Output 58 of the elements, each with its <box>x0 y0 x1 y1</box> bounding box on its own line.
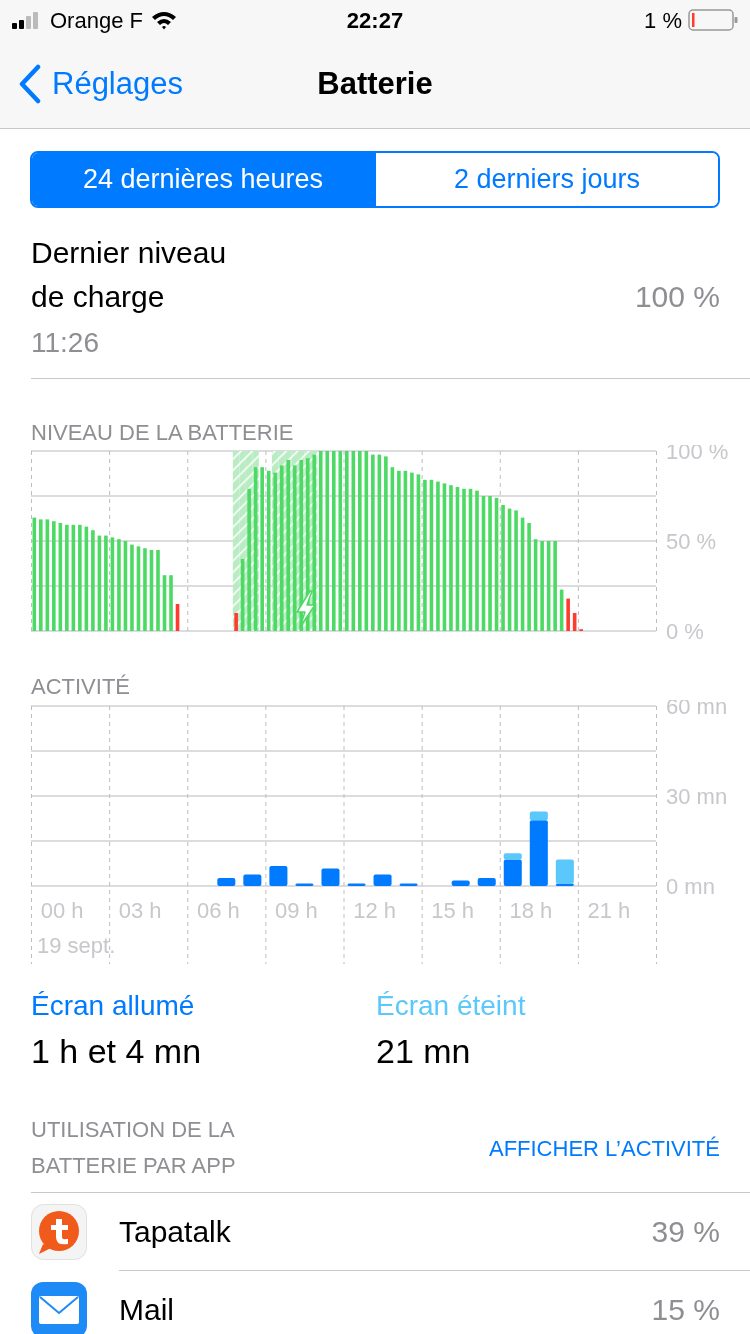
carrier-name: Orange F <box>50 6 143 35</box>
app-percent: 39 % <box>651 1214 720 1249</box>
last-charge-value: 100 % <box>634 279 720 315</box>
last-charge-label: Dernier niveau de charge <box>31 235 228 315</box>
back-button[interactable]: Réglages <box>0 60 183 108</box>
app-icon <box>31 1204 87 1260</box>
axis-label: 30 mn <box>666 784 728 809</box>
back-chevron-icon <box>18 64 42 104</box>
activity-bar <box>321 868 340 886</box>
axis-label: 03 h <box>118 898 162 923</box>
section-title: ACTIVITÉ <box>31 672 130 701</box>
activity-bar <box>217 877 236 886</box>
battery-bar <box>169 575 173 631</box>
show-activity-link[interactable]: AFFICHER L’ACTIVITÉ <box>488 1131 720 1165</box>
activity-bar <box>477 877 496 886</box>
axis-label: 18 h <box>509 898 553 923</box>
activity-bar <box>269 865 288 886</box>
segment-tab[interactable]: 24 dernières heures <box>32 153 374 206</box>
screen-time-label: Écran éteint <box>376 989 527 1023</box>
screen-time-value: 1 h et 4 mn <box>31 1031 203 1072</box>
last-charge-time: 11:26 <box>31 326 100 360</box>
date-label: 19 sept. <box>37 933 116 958</box>
battery-bar <box>234 613 238 631</box>
clock: 22:27 <box>346 6 404 35</box>
axis-label: 0 mn <box>666 874 715 899</box>
app-name: Tapatalk <box>119 1214 231 1249</box>
axis-label: 50 % <box>666 529 717 554</box>
screen-time-label: Écran allumé <box>31 989 196 1023</box>
wifi-icon <box>150 10 177 30</box>
axis-label: 12 h <box>353 898 396 923</box>
app-name: Mail <box>119 1292 174 1327</box>
battery-bar <box>559 589 564 631</box>
battery-bar <box>572 613 577 631</box>
battery-bar <box>240 559 245 631</box>
axis-label: 0 % <box>666 619 704 644</box>
activity-bar <box>373 874 392 886</box>
activity-bar <box>295 883 314 886</box>
activity-bar <box>243 874 262 886</box>
activity-bar <box>347 883 366 886</box>
section-title: NIVEAU DE LA BATTERIE <box>31 418 294 447</box>
battery-icon <box>688 9 738 31</box>
activity-bar <box>451 880 470 886</box>
page-title: Batterie <box>317 64 433 103</box>
battery-bar <box>175 604 180 631</box>
section-title: UTILISATION DE LA BATTERIE PAR APP <box>31 1116 237 1180</box>
axis-label: 09 h <box>275 898 318 923</box>
segment-tab[interactable]: 2 derniers jours <box>374 153 718 206</box>
activity-bar <box>399 883 418 886</box>
axis-label: 06 h <box>196 898 240 923</box>
battery-bar <box>566 598 570 631</box>
lightning-icon <box>296 590 316 628</box>
axis-label: 00 h <box>40 898 84 923</box>
screen-time-value: 21 mn <box>376 1031 472 1072</box>
axis-label: 15 h <box>431 898 475 923</box>
axis-label: 21 h <box>587 898 631 923</box>
battery-percent: 1 % <box>644 6 682 35</box>
app-percent: 15 % <box>651 1292 720 1327</box>
battery-bar <box>162 575 167 631</box>
